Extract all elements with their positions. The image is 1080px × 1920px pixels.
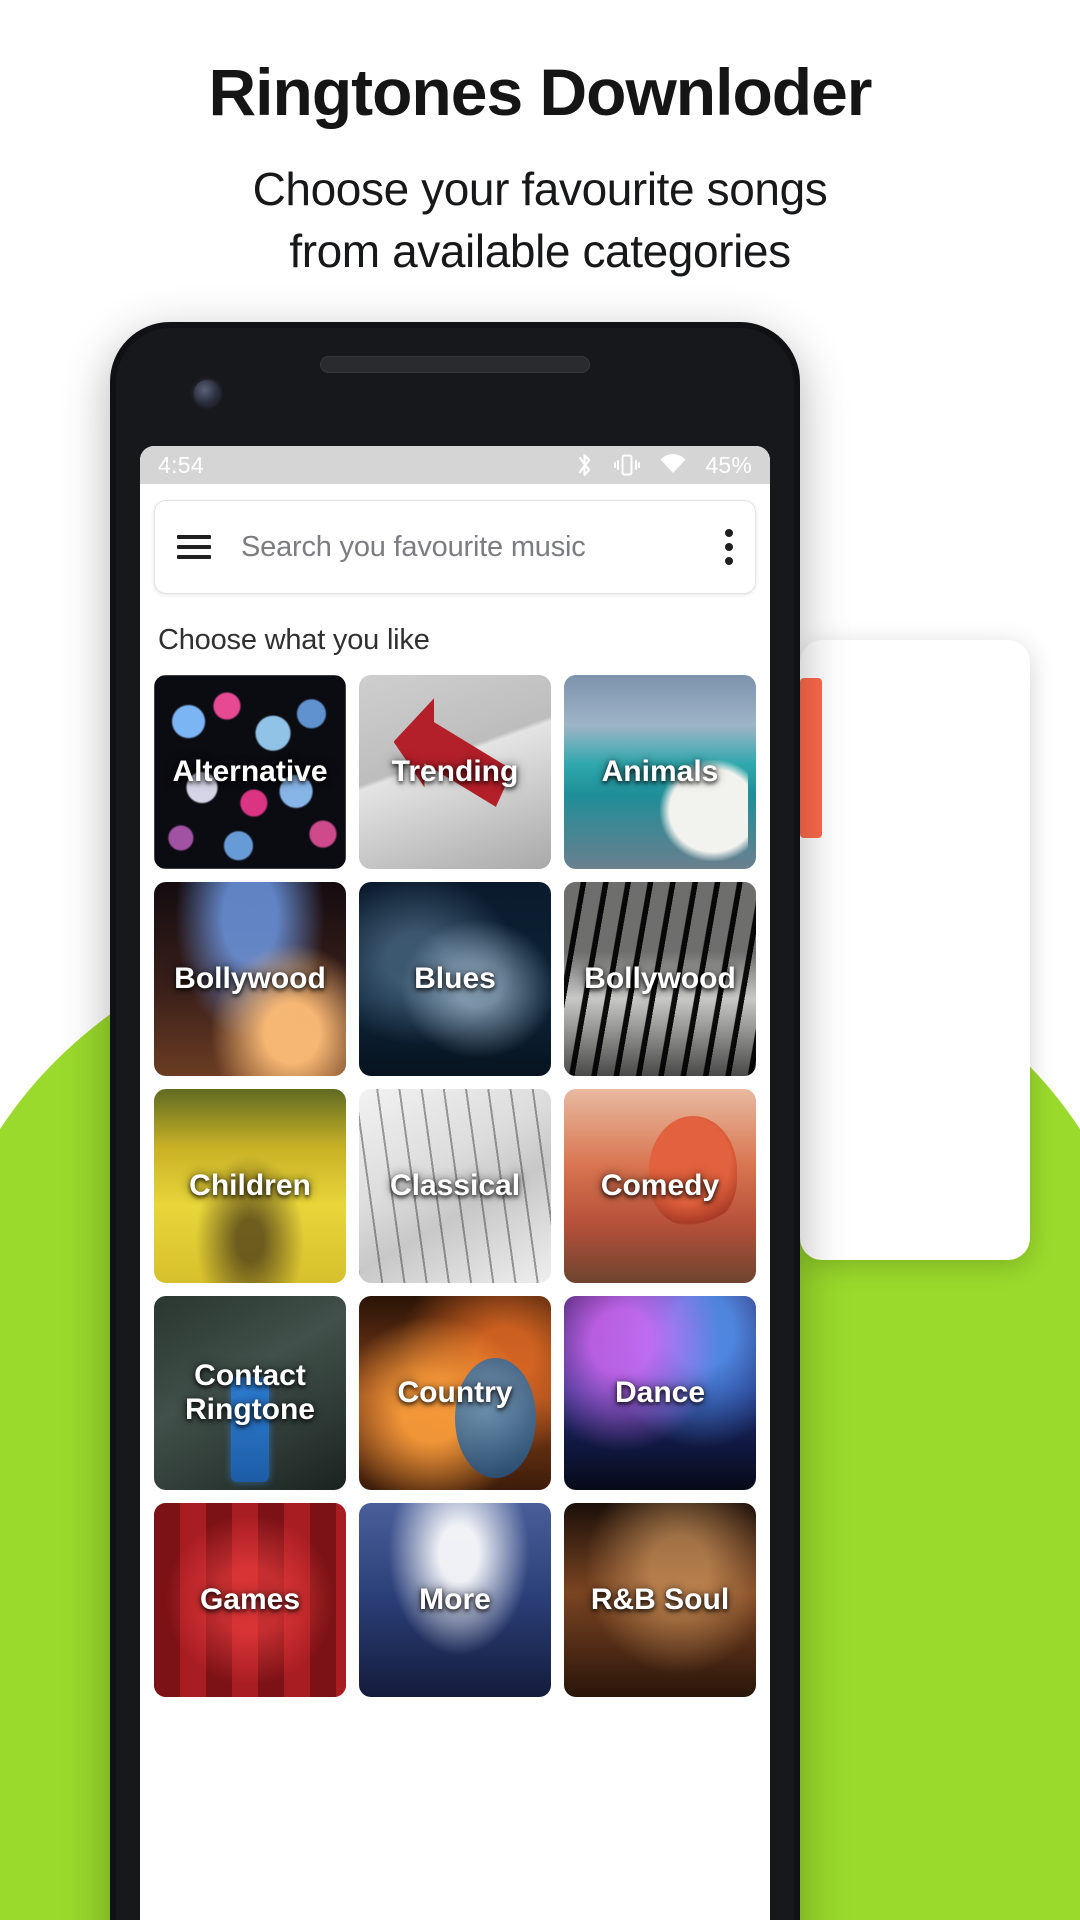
kebab-menu-icon[interactable]: [725, 529, 733, 565]
category-tile-label: Contact Ringtone: [185, 1358, 315, 1427]
category-tile-label: More: [419, 1582, 491, 1616]
front-camera-icon: [194, 380, 220, 406]
earpiece-speaker: [320, 356, 590, 373]
search-bar-container: Search you favourite music: [140, 484, 770, 594]
phone-mockup: 4:54 45% Search you favourite music Choo…: [110, 322, 800, 1920]
bluetooth-icon: [575, 452, 595, 478]
category-tile-label: Games: [199, 1582, 301, 1616]
category-tile-label: Alternative: [172, 754, 328, 788]
search-input[interactable]: Search you favourite music: [241, 531, 725, 564]
promo-screenshot: Ringtones Downloder Choose your favourit…: [0, 0, 1080, 1920]
category-tile[interactable]: Contact Ringtone: [154, 1296, 346, 1490]
wifi-icon: [659, 454, 687, 476]
category-tile[interactable]: Animals: [564, 675, 756, 869]
promo-subtitle: Choose your favourite songs from availab…: [0, 159, 1080, 282]
category-tile-label: Country: [397, 1375, 513, 1409]
background-card: [800, 640, 1030, 1260]
category-tile-label: Trending: [391, 754, 519, 788]
category-tile[interactable]: More: [359, 1503, 551, 1697]
promo-subtitle-line-1: Choose your favourite songs: [252, 163, 828, 216]
category-tile[interactable]: Games: [154, 1503, 346, 1697]
category-tile[interactable]: Alternative: [154, 675, 346, 869]
promo-header: Ringtones Downloder Choose your favourit…: [0, 0, 1080, 283]
promo-subtitle-line-2: from available categories: [289, 224, 791, 277]
category-tile-label: Comedy: [600, 1168, 720, 1202]
background-card-accent: [800, 678, 822, 838]
category-tile[interactable]: R&B Soul: [564, 1503, 756, 1697]
category-tile[interactable]: Country: [359, 1296, 551, 1490]
page-title: Ringtones Downloder: [208, 55, 873, 129]
category-tile[interactable]: Children: [154, 1089, 346, 1283]
phone-screen: 4:54 45% Search you favourite music Choo…: [140, 446, 770, 1920]
category-tile[interactable]: Blues: [359, 882, 551, 1076]
category-tile-label: Children: [189, 1168, 311, 1202]
search-bar[interactable]: Search you favourite music: [154, 500, 756, 594]
battery-percentage: 45%: [705, 451, 752, 478]
vibrate-icon: [613, 452, 641, 478]
category-tile[interactable]: Trending: [359, 675, 551, 869]
category-tile-label: Bollywood: [174, 961, 326, 995]
category-tile[interactable]: Dance: [564, 1296, 756, 1490]
category-tile-label: Classical: [389, 1168, 521, 1202]
category-tile[interactable]: Classical: [359, 1089, 551, 1283]
status-bar-clock: 4:54: [158, 451, 204, 478]
phone-body: 4:54 45% Search you favourite music Choo…: [116, 328, 794, 1920]
category-tile-label: Blues: [414, 961, 496, 995]
category-grid: Alternative Trending Animals Bollywood Blues…: [140, 675, 770, 1697]
category-tile-label: R&B Soul: [590, 1582, 730, 1616]
category-tile-label: Dance: [614, 1375, 706, 1409]
category-tile-label: Bollywood: [584, 961, 736, 995]
hamburger-menu-icon[interactable]: [177, 535, 211, 559]
category-tile[interactable]: Comedy: [564, 1089, 756, 1283]
section-label: Choose what you like: [158, 624, 430, 656]
category-tile[interactable]: Bollywood: [564, 882, 756, 1076]
category-tile-label: Animals: [601, 754, 719, 788]
category-tile[interactable]: Bollywood: [154, 882, 346, 1076]
status-bar-icons: 45%: [575, 452, 752, 479]
status-bar: 4:54 45%: [140, 446, 770, 484]
